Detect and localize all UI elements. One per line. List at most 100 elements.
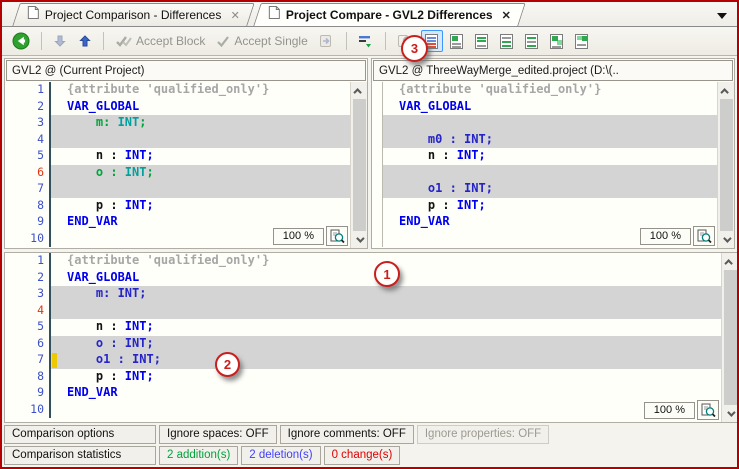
selection-margin: [383, 132, 395, 149]
view-mode-5-button[interactable]: [521, 30, 543, 52]
comparison-statistic-cell: 0 change(s): [324, 446, 401, 465]
merge-result-pane: 1{attribute 'qualified_only'}2VAR_GLOBAL…: [4, 252, 739, 423]
code-text: VAR_GLOBAL: [395, 99, 717, 116]
scrollbar-thumb[interactable]: [724, 270, 737, 405]
tab-project-compare-gvl2-differences[interactable]: Project Compare - GVL2 Differences ✕: [253, 3, 525, 26]
selection-margin: [51, 385, 63, 402]
accept-block-button[interactable]: Accept Block: [111, 30, 209, 52]
tab-list-dropdown-icon[interactable]: [717, 13, 727, 19]
accept-and-next-button[interactable]: [315, 30, 339, 52]
code-text: {attribute 'qualified_only'}: [395, 82, 717, 99]
collapse-sections-icon: [358, 34, 374, 49]
line-number: 9: [5, 214, 51, 231]
code-line[interactable]: o1 : INT;: [372, 181, 717, 198]
zoom-button[interactable]: [326, 226, 348, 246]
selection-margin: [383, 198, 395, 215]
collapse-equal-sections-button[interactable]: [354, 30, 378, 52]
current-project-pane: GVL2 @ (Current Project) 1{attribute 'qu…: [4, 58, 368, 249]
callout-2: 2: [215, 352, 240, 377]
arrow-up-icon: [78, 34, 92, 48]
line-number: 3: [5, 115, 51, 132]
selection-margin: [51, 231, 63, 248]
current-project-pane-header: GVL2 @ (Current Project): [6, 60, 366, 81]
code-text: n : INT;: [63, 319, 721, 336]
comparison-options-title: Comparison options: [4, 425, 156, 444]
code-line[interactable]: [372, 115, 717, 132]
scroll-up-button[interactable]: [723, 255, 738, 268]
code-line[interactable]: 7 o1 : INT;: [5, 352, 721, 369]
line-number: [372, 82, 383, 99]
zoom-button[interactable]: [697, 400, 719, 420]
scroll-down-button[interactable]: [719, 233, 734, 246]
line-number: 4: [5, 132, 51, 149]
code-line[interactable]: 4: [5, 132, 350, 149]
zoom-button[interactable]: [693, 226, 715, 246]
chevron-up-icon: [353, 88, 361, 96]
code-text: o1 : INT;: [395, 181, 717, 198]
view-mode-7-icon: [575, 34, 588, 49]
accept-single-button[interactable]: Accept Single: [212, 30, 311, 52]
back-button[interactable]: [8, 30, 34, 52]
close-icon[interactable]: ✕: [226, 9, 239, 22]
previous-difference-button[interactable]: [49, 30, 71, 52]
code-line[interactable]: [372, 165, 717, 182]
scrollbar-thumb[interactable]: [353, 99, 366, 231]
view-mode-4-button[interactable]: [496, 30, 518, 52]
line-number: 5: [5, 148, 51, 165]
line-number: 2: [5, 270, 51, 287]
code-text: [63, 402, 721, 419]
code-line: n : INT;: [372, 148, 717, 165]
code-line[interactable]: 7: [5, 181, 350, 198]
vertical-scrollbar[interactable]: [721, 253, 738, 422]
line-number: 7: [5, 181, 51, 198]
vertical-scrollbar[interactable]: [350, 82, 367, 248]
code-text: [63, 181, 350, 198]
code-text: [395, 165, 717, 182]
view-mode-7-button[interactable]: [571, 30, 593, 52]
code-line[interactable]: 6 o : INT;: [5, 336, 721, 353]
comparison-options-bar: Comparison options Ignore spaces: OFFIgn…: [4, 425, 735, 444]
close-icon[interactable]: ✕: [497, 9, 510, 22]
code-line[interactable]: 4: [5, 303, 721, 320]
code-line[interactable]: m0 : INT;: [372, 132, 717, 149]
view-mode-2-button[interactable]: [446, 30, 468, 52]
code-text: END_VAR: [63, 385, 721, 402]
zoom-level-indicator[interactable]: 100 %: [640, 228, 691, 245]
code-line: 8 p : INT;: [5, 198, 350, 215]
comparison-statistics-title: Comparison statistics: [4, 446, 156, 465]
next-difference-button[interactable]: [74, 30, 96, 52]
change-marker: [52, 353, 57, 368]
selection-margin: [383, 115, 395, 132]
line-number: 10: [5, 231, 51, 248]
comparison-option-cell: Ignore comments: OFF: [280, 425, 414, 444]
chevron-down-icon: [723, 234, 731, 242]
code-text: o : INT;: [63, 336, 721, 353]
view-mode-6-icon: [550, 34, 563, 49]
scrollbar-thumb[interactable]: [720, 99, 733, 231]
code-line[interactable]: 3 m: INT;: [5, 115, 350, 132]
current-project-code-view: 1{attribute 'qualified_only'}2VAR_GLOBAL…: [5, 82, 350, 248]
scroll-down-button[interactable]: [723, 407, 738, 420]
view-mode-3-icon: [475, 34, 488, 49]
document-tab-bar: Project Comparison - Differences ✕ Proje…: [2, 2, 737, 27]
view-mode-6-button[interactable]: [546, 30, 568, 52]
scroll-up-button[interactable]: [352, 84, 367, 97]
line-number: [372, 132, 383, 149]
line-number: 3: [5, 286, 51, 303]
selection-margin: [51, 286, 63, 303]
scroll-down-button[interactable]: [352, 233, 367, 246]
vertical-scrollbar[interactable]: [717, 82, 734, 248]
tab-project-comparison-differences[interactable]: Project Comparison - Differences ✕: [12, 3, 254, 26]
selection-margin: [51, 82, 63, 99]
code-text: m0 : INT;: [395, 132, 717, 149]
zoom-level-indicator[interactable]: 100 %: [273, 228, 324, 245]
view-mode-3-button[interactable]: [471, 30, 493, 52]
scroll-up-button[interactable]: [719, 84, 734, 97]
code-line[interactable]: 3 m: INT;: [5, 286, 721, 303]
code-line[interactable]: 6 o : INT;: [5, 165, 350, 182]
zoom-level-indicator[interactable]: 100 %: [644, 402, 695, 419]
selection-margin: [383, 165, 395, 182]
selection-margin: [51, 336, 63, 353]
line-number: 4: [5, 303, 51, 320]
selection-margin: [51, 402, 63, 419]
